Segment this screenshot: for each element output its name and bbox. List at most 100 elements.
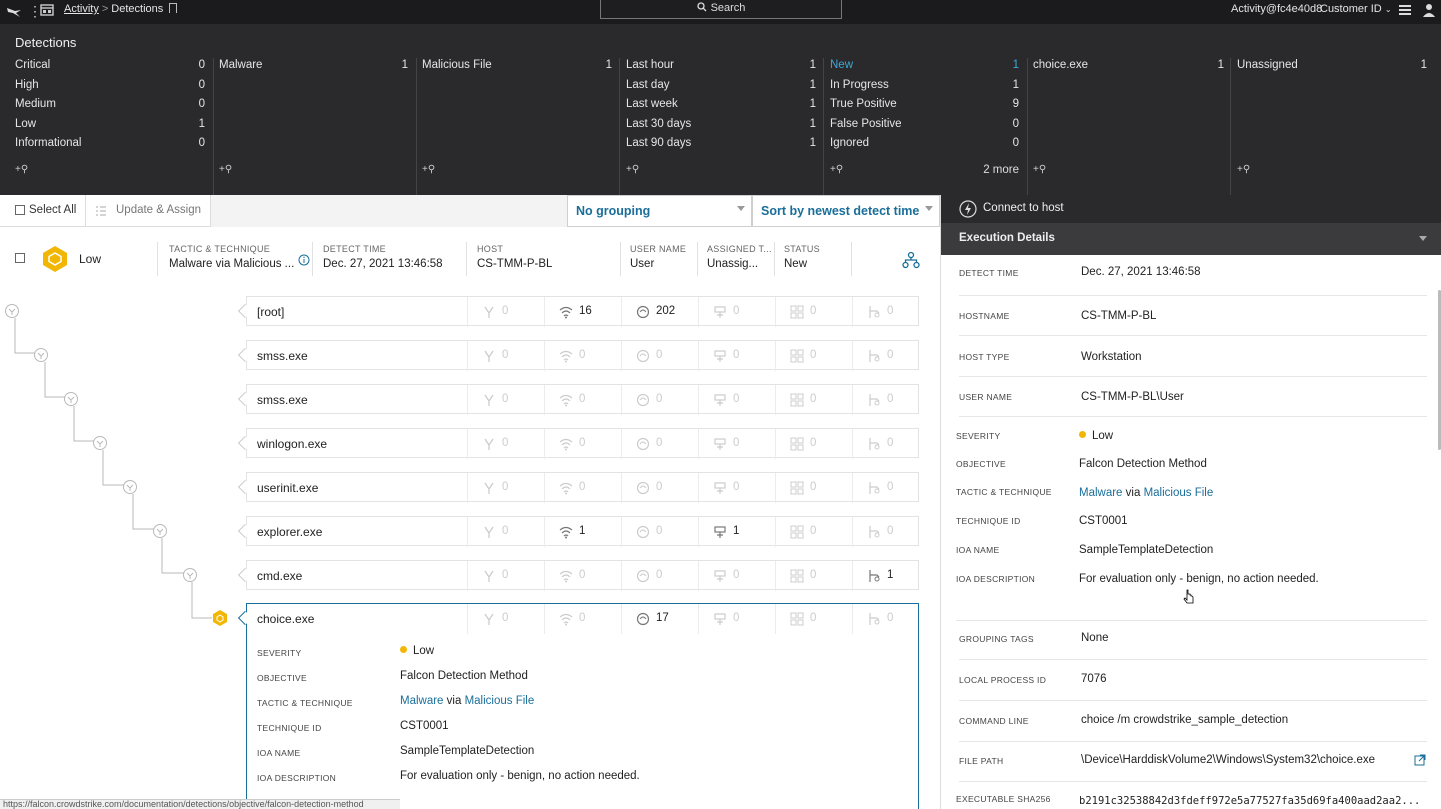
add-filter-button[interactable]: +⚲	[422, 164, 435, 175]
falcon-logo-icon[interactable]	[6, 4, 22, 20]
filter-status-new[interactable]: New 1	[830, 58, 1019, 78]
process-fork-count-cell[interactable]: 0	[467, 561, 544, 591]
process-fork-count-cell[interactable]: 0	[467, 517, 544, 547]
filter-technique-malicious-file[interactable]: Malicious File 1	[422, 58, 612, 78]
filter-severity-critical[interactable]: Critical 0	[15, 58, 205, 78]
filter-file-choice-exe[interactable]: choice.exe 1	[1033, 58, 1224, 78]
filter-time-last-30-days[interactable]: Last 30 days 1	[626, 117, 816, 137]
registry-count-cell[interactable]: 0	[852, 473, 929, 503]
add-filter-button[interactable]: +⚲	[1033, 164, 1046, 175]
network-count-cell[interactable]: 0	[544, 429, 621, 459]
registry-count-cell[interactable]: 0	[852, 297, 929, 327]
disk-write-count-cell[interactable]: 1	[698, 517, 775, 547]
more-filters-link[interactable]: 2 more	[983, 164, 1019, 176]
dns-count-cell[interactable]: 0	[621, 473, 698, 503]
dns-count-cell[interactable]: 0	[621, 341, 698, 371]
add-filter-button[interactable]: +⚲	[1237, 164, 1250, 175]
filter-time-last-90-days[interactable]: Last 90 days 1	[626, 136, 816, 156]
filter-assignee-unassigned[interactable]: Unassigned 1	[1237, 58, 1427, 78]
dashboard-icon[interactable]	[40, 3, 54, 17]
dns-count-cell[interactable]: 0	[621, 561, 698, 591]
update-assign-button[interactable]: Update & Assign	[116, 204, 201, 216]
filter-severity-low[interactable]: Low 1	[15, 117, 205, 137]
bookmark-icon[interactable]	[169, 3, 178, 13]
execution-details-header[interactable]: Execution Details	[941, 223, 1441, 255]
process-node[interactable]: smss.exe 0 0 0 0 0 0	[237, 340, 919, 371]
dns-count-cell[interactable]: 0	[621, 385, 698, 415]
filter-time-last-week[interactable]: Last week 1	[626, 97, 816, 117]
dns-count-cell[interactable]: 202	[621, 297, 698, 327]
registry-count-cell[interactable]: 1	[852, 561, 929, 591]
modules-count-cell[interactable]: 0	[775, 517, 852, 547]
disk-write-count-cell[interactable]: 0	[698, 341, 775, 371]
detection-row[interactable]: Low TACTIC & TECHNIQUE Malware via Malic…	[0, 227, 940, 289]
registry-count-cell[interactable]: 0	[852, 517, 929, 547]
menu-icon[interactable]	[1398, 3, 1412, 17]
filter-status-in-progress[interactable]: In Progress 1	[830, 78, 1019, 98]
disk-write-count-cell[interactable]: 0	[698, 429, 775, 459]
disk-write-count-cell[interactable]: 0	[698, 604, 775, 634]
sort-dropdown[interactable]: Sort by newest detect time	[752, 195, 940, 227]
process-node[interactable]: smss.exe 0 0 0 0 0 0	[237, 384, 919, 415]
search-button[interactable]: Search	[600, 0, 842, 19]
dns-count-cell[interactable]: 0	[621, 429, 698, 459]
registry-count-cell[interactable]: 0	[852, 429, 929, 459]
process-fork-count-cell[interactable]: 0	[467, 385, 544, 415]
filter-severity-high[interactable]: High 0	[15, 78, 205, 98]
open-external-icon[interactable]	[1414, 754, 1426, 766]
modules-count-cell[interactable]: 0	[775, 604, 852, 634]
network-count-cell[interactable]: 16	[544, 297, 621, 327]
registry-count-cell[interactable]: 0	[852, 341, 929, 371]
process-fork-count-cell[interactable]: 0	[467, 473, 544, 503]
filter-severity-medium[interactable]: Medium 0	[15, 97, 205, 117]
filter-status-false-positive[interactable]: False Positive 0	[830, 117, 1019, 137]
network-count-cell[interactable]: 1	[544, 517, 621, 547]
objective-link[interactable]: Falcon Detection Method	[400, 670, 528, 682]
modules-count-cell[interactable]: 0	[775, 341, 852, 371]
process-fork-count-cell[interactable]: 0	[467, 341, 544, 371]
network-count-cell[interactable]: 0	[544, 561, 621, 591]
dns-count-cell[interactable]: 17	[621, 604, 698, 634]
network-count-cell[interactable]: 0	[544, 341, 621, 371]
add-filter-button[interactable]: +⚲	[830, 164, 843, 175]
select-all-checkbox[interactable]	[15, 205, 25, 215]
customer-id-dropdown[interactable]: Customer ID ⌄	[1320, 3, 1392, 15]
connect-to-host-button[interactable]: Connect to host	[941, 195, 1441, 223]
disk-write-count-cell[interactable]: 0	[698, 473, 775, 503]
add-filter-button[interactable]: +⚲	[626, 164, 639, 175]
disk-write-count-cell[interactable]: 0	[698, 385, 775, 415]
filter-severity-informational[interactable]: Informational 0	[15, 136, 205, 156]
process-fork-count-cell[interactable]: 0	[467, 429, 544, 459]
filter-time-last-hour[interactable]: Last hour 1	[626, 58, 816, 78]
tactic-link[interactable]: Malware	[1079, 487, 1122, 499]
technique-link[interactable]: Malicious File	[1144, 487, 1214, 499]
selected-process-card[interactable]: choice.exe 0 0 17 0 0 0 SEVERITY Low OBJECTIV…	[237, 603, 919, 809]
user-account[interactable]: Activity@fc4e40d8	[1231, 3, 1322, 15]
modules-count-cell[interactable]: 0	[775, 385, 852, 415]
filter-status-ignored[interactable]: Ignored 0	[830, 136, 1019, 156]
process-tree-icon[interactable]	[902, 251, 920, 269]
filter-tactic-malware[interactable]: Malware 1	[219, 58, 408, 78]
dns-count-cell[interactable]: 0	[621, 517, 698, 547]
registry-count-cell[interactable]: 0	[852, 385, 929, 415]
breadcrumb-activity-link[interactable]: Activity	[64, 3, 99, 15]
process-node[interactable]: userinit.exe 0 0 0 0 0 0	[237, 472, 919, 503]
filter-status-true-positive[interactable]: True Positive 9	[830, 97, 1019, 117]
add-filter-button[interactable]: +⚲	[15, 164, 28, 175]
tactic-link[interactable]: Malware	[400, 695, 443, 707]
process-fork-count-cell[interactable]: 0	[467, 297, 544, 327]
add-filter-button[interactable]: +⚲	[219, 164, 232, 175]
filter-time-last-day[interactable]: Last day 1	[626, 78, 816, 98]
process-node[interactable]: cmd.exe 0 0 0 0 0 1	[237, 560, 919, 591]
network-count-cell[interactable]: 0	[544, 604, 621, 634]
modules-count-cell[interactable]: 0	[775, 429, 852, 459]
modules-count-cell[interactable]: 0	[775, 561, 852, 591]
technique-link[interactable]: Malicious File	[465, 695, 535, 707]
grouping-dropdown[interactable]: No grouping	[567, 195, 752, 227]
process-node[interactable]: winlogon.exe 0 0 0 0 0 0	[237, 428, 919, 459]
process-fork-count-cell[interactable]: 0	[467, 604, 544, 634]
process-node[interactable]: [root] 0 16 202 0 0 0	[237, 296, 919, 327]
registry-count-cell[interactable]: 0	[852, 604, 929, 634]
info-icon[interactable]	[298, 254, 310, 266]
disk-write-count-cell[interactable]: 0	[698, 297, 775, 327]
